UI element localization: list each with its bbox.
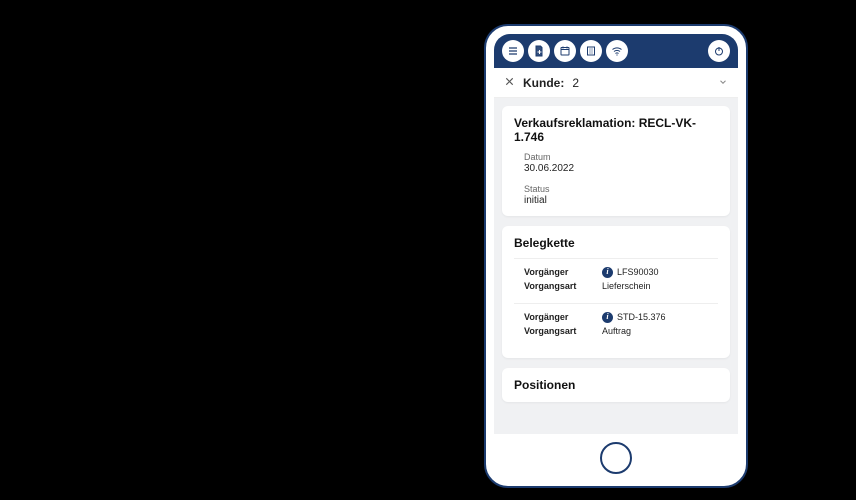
date-value: 30.06.2022	[524, 163, 718, 174]
top-toolbar	[494, 34, 738, 68]
predecessor-code: STD-15.376	[617, 310, 666, 324]
power-icon	[713, 45, 725, 57]
calendar-icon	[559, 45, 571, 57]
file-plus-icon	[533, 45, 545, 57]
close-icon[interactable]	[504, 76, 515, 90]
positions-title: Positionen	[514, 378, 718, 392]
type-label: Vorgangsart	[524, 324, 602, 338]
status-label: Status	[524, 184, 718, 194]
customer-bar[interactable]: Kunde: 2	[494, 68, 738, 98]
wifi-icon	[611, 45, 623, 57]
status-value: initial	[524, 195, 718, 206]
customer-id: 2	[572, 76, 579, 90]
predecessor-label: Vorgänger	[524, 265, 602, 279]
power-button[interactable]	[708, 40, 730, 62]
phone-frame: Kunde: 2 Verkaufsreklamation: RECL-VK-1.…	[484, 24, 748, 488]
chain-row: Vorgänger Vorgangsart i LFS90030 Liefers…	[514, 258, 718, 303]
info-icon[interactable]: i	[602, 312, 613, 323]
predecessor-label: Vorgänger	[524, 310, 602, 324]
screen: Kunde: 2 Verkaufsreklamation: RECL-VK-1.…	[494, 34, 738, 434]
chevron-down-icon[interactable]	[718, 76, 728, 90]
chain-row: Vorgänger Vorgangsart i STD-15.376 Auftr…	[514, 303, 718, 348]
menu-icon	[507, 45, 519, 57]
home-button[interactable]	[600, 442, 632, 474]
building-button[interactable]	[580, 40, 602, 62]
wifi-button[interactable]	[606, 40, 628, 62]
building-icon	[585, 45, 597, 57]
positions-card[interactable]: Positionen	[502, 368, 730, 402]
new-doc-button[interactable]	[528, 40, 550, 62]
content-area: Verkaufsreklamation: RECL-VK-1.746 Datum…	[494, 98, 738, 420]
predecessor-type: Auftrag	[602, 324, 718, 338]
menu-button[interactable]	[502, 40, 524, 62]
chain-title: Belegkette	[514, 236, 718, 250]
chain-card: Belegkette Vorgänger Vorgangsart i LFS90…	[502, 226, 730, 358]
detail-title: Verkaufsreklamation: RECL-VK-1.746	[514, 116, 718, 144]
info-icon[interactable]: i	[602, 267, 613, 278]
type-label: Vorgangsart	[524, 279, 602, 293]
predecessor-type: Lieferschein	[602, 279, 718, 293]
customer-prefix: Kunde:	[523, 76, 564, 90]
date-label: Datum	[524, 152, 718, 162]
detail-card: Verkaufsreklamation: RECL-VK-1.746 Datum…	[502, 106, 730, 216]
predecessor-code: LFS90030	[617, 265, 659, 279]
calendar-button[interactable]	[554, 40, 576, 62]
